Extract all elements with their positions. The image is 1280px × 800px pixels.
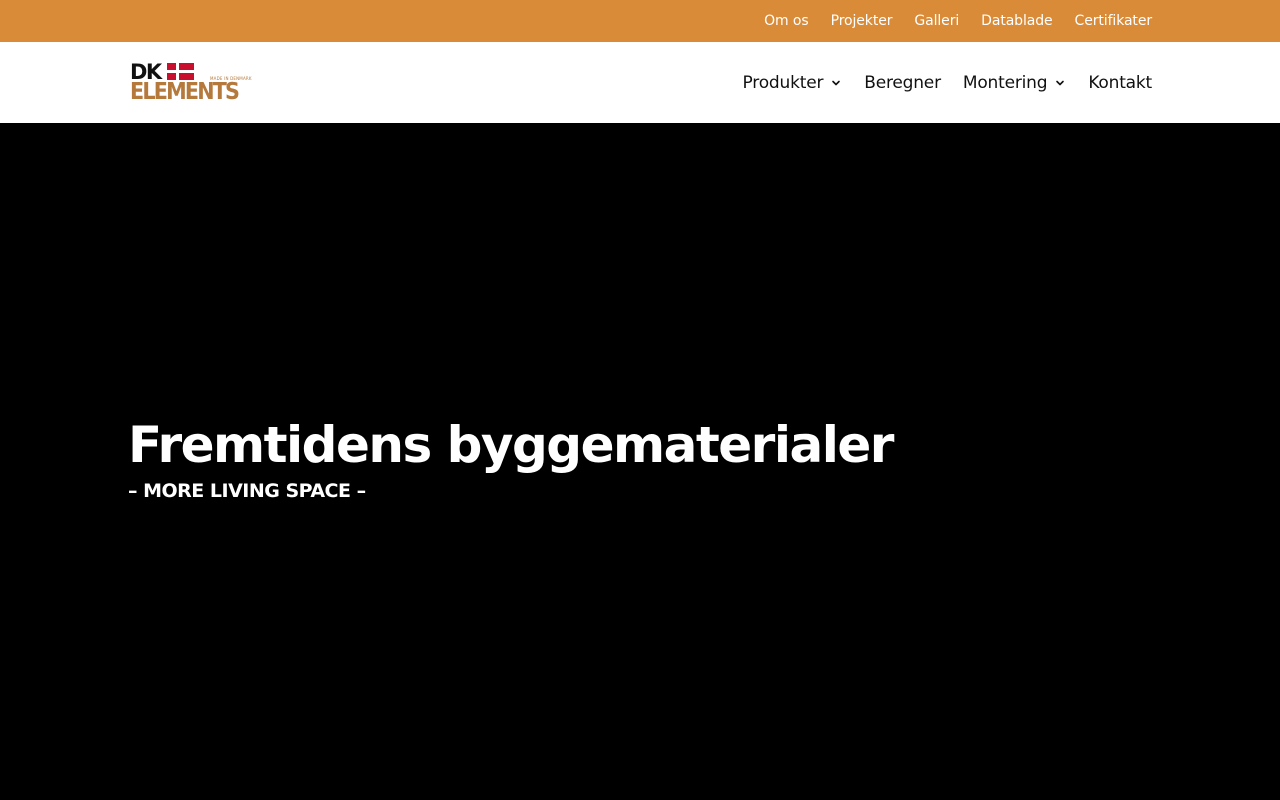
- hero-section: Fremtidens byggematerialer – MORE LIVING…: [0, 123, 1280, 800]
- utility-link-om-os[interactable]: Om os: [764, 13, 809, 29]
- danish-flag-icon: [167, 63, 194, 80]
- nav-item-label: Beregner: [864, 72, 941, 93]
- top-utility-bar: Om os Projekter Galleri Datablade Certif…: [0, 0, 1280, 42]
- chevron-down-icon: [1056, 80, 1065, 85]
- utility-link-certifikater[interactable]: Certifikater: [1075, 13, 1153, 29]
- main-header: DK MADE IN DENMARK ELEMENTS Produkter Be…: [0, 42, 1280, 123]
- logo-text-bottom: ELEMENTS: [130, 79, 240, 105]
- primary-nav: Produkter Beregner Montering Kontakt: [743, 42, 1153, 123]
- nav-item-kontakt[interactable]: Kontakt: [1088, 73, 1152, 93]
- nav-item-label: Produkter: [742, 72, 824, 93]
- nav-item-produkter[interactable]: Produkter: [743, 73, 843, 93]
- nav-item-beregner[interactable]: Beregner: [864, 73, 941, 93]
- utility-link-galleri[interactable]: Galleri: [914, 13, 959, 29]
- nav-item-label: Montering: [962, 72, 1048, 93]
- chevron-down-icon: [832, 80, 841, 85]
- hero-subtitle: – MORE LIVING SPACE –: [128, 480, 366, 502]
- utility-link-datablade[interactable]: Datablade: [981, 13, 1052, 29]
- hero-title: Fremtidens byggematerialer: [128, 416, 894, 474]
- nav-item-montering[interactable]: Montering: [963, 73, 1066, 93]
- utility-nav: Om os Projekter Galleri Datablade Certif…: [764, 0, 1152, 42]
- nav-item-label: Kontakt: [1088, 72, 1152, 93]
- site-logo[interactable]: DK MADE IN DENMARK ELEMENTS: [130, 62, 252, 105]
- utility-link-projekter[interactable]: Projekter: [831, 13, 893, 29]
